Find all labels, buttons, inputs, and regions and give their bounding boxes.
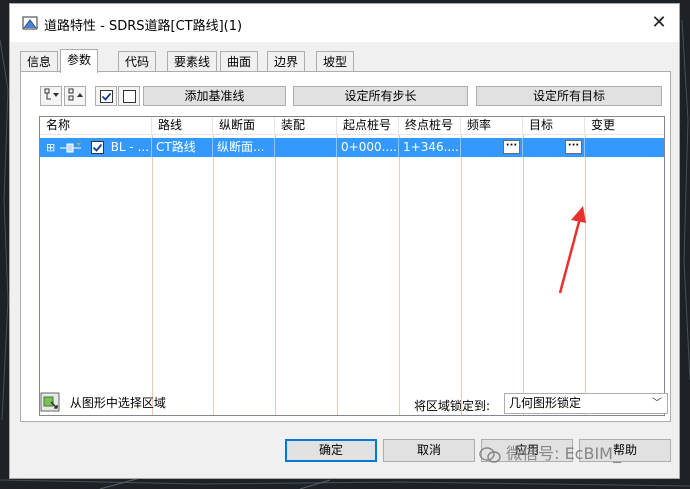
- wechat-icon: [479, 446, 501, 463]
- column-header-end-station[interactable]: 终点桩号: [399, 117, 461, 135]
- override-cell[interactable]: [585, 138, 664, 157]
- tab-slope-patterns[interactable]: 坡型: [316, 51, 355, 72]
- frequency-cell: ···: [461, 138, 523, 157]
- column-header-name[interactable]: 名称: [40, 117, 152, 135]
- annotation-arrow-icon: [558, 206, 586, 294]
- table-row[interactable]: ⊞ BL - ... CT路线 纵断面... 0+000.... 1+346..…: [40, 138, 664, 157]
- window-title: 道路特性 - SDRS道路[CT路线](1): [44, 19, 243, 34]
- column-header-start-station[interactable]: 起点桩号: [337, 117, 399, 135]
- name-cell[interactable]: ⊞ BL - ...: [40, 138, 152, 157]
- target-ellipsis-button[interactable]: ···: [565, 140, 582, 154]
- check-all-button[interactable]: [95, 86, 117, 106]
- baseline-name: BL - ...: [110, 140, 150, 154]
- close-button[interactable]: ✕: [645, 10, 673, 36]
- set-all-steps-button[interactable]: 设定所有步长: [293, 86, 468, 106]
- column-header-target[interactable]: 目标: [523, 117, 585, 135]
- title-bar: 道路特性 - SDRS道路[CT路线](1) ✕: [10, 4, 679, 42]
- expand-icon[interactable]: ⊞: [46, 141, 55, 154]
- target-cell: ···: [523, 138, 585, 157]
- road-properties-dialog: 道路特性 - SDRS道路[CT路线](1) ✕ 信息 参数 代码 要素线 曲面…: [9, 3, 680, 479]
- expand-tree-button[interactable]: [40, 86, 62, 106]
- watermark-text: 微信号: EcBIM_: [506, 444, 621, 463]
- grid-header: 名称 路线 纵断面 装配 起点桩号 终点桩号 频率 目标 变更: [40, 117, 664, 135]
- app-icon: [22, 16, 38, 30]
- select-region-label[interactable]: 从图形中选择区域: [70, 396, 166, 410]
- baseline-grid: 名称 路线 纵断面 装配 起点桩号 终点桩号 频率 目标 变更 ⊞ BL - .…: [39, 116, 665, 416]
- chevron-down-icon: ﹀: [652, 398, 662, 409]
- checked-box-icon: [99, 90, 113, 103]
- pick-region-icon: [40, 392, 60, 412]
- profile-cell[interactable]: 纵断面...: [213, 138, 275, 157]
- tab-codes[interactable]: 代码: [118, 51, 157, 72]
- tab-surfaces[interactable]: 曲面: [220, 51, 259, 72]
- parameters-panel: 添加基准线 设定所有步长 设定所有目标 名称 路线 纵断面 装配 起点桩号 终点…: [20, 71, 671, 422]
- ok-button[interactable]: 确定: [285, 439, 377, 462]
- column-header-frequency[interactable]: 频率: [461, 117, 523, 135]
- set-all-targets-button[interactable]: 设定所有目标: [476, 86, 662, 106]
- end-station-cell[interactable]: 1+346....: [399, 138, 461, 157]
- uncheck-all-button[interactable]: [118, 86, 140, 106]
- cancel-button[interactable]: 取消: [383, 439, 475, 462]
- collapse-tree-icon: [68, 88, 83, 101]
- tab-feature-lines[interactable]: 要素线: [167, 51, 218, 72]
- start-station-cell[interactable]: 0+000....: [337, 138, 399, 157]
- column-header-profile[interactable]: 纵断面: [213, 117, 275, 135]
- wechat-watermark: 微信号: EcBIM_: [479, 440, 621, 464]
- column-header-override[interactable]: 变更: [585, 117, 664, 135]
- column-header-assembly[interactable]: 装配: [275, 117, 337, 135]
- lock-region-value: 几何图形锁定: [509, 396, 582, 410]
- lock-region-select[interactable]: 几何图形锁定 ﹀: [504, 393, 668, 414]
- close-icon: ✕: [651, 12, 667, 33]
- tab-info[interactable]: 信息: [20, 51, 59, 72]
- expand-tree-icon: [44, 88, 59, 100]
- lock-region-label: 将区域锁定到:: [414, 399, 491, 413]
- assembly-cell[interactable]: [275, 138, 337, 157]
- add-baseline-button[interactable]: 添加基准线: [143, 86, 286, 106]
- frequency-ellipsis-button[interactable]: ···: [503, 140, 520, 154]
- row-checkbox[interactable]: [90, 141, 104, 154]
- unchecked-box-icon: [122, 90, 136, 103]
- baseline-icon: [60, 142, 82, 152]
- select-region-group[interactable]: 从图形中选择区域: [40, 392, 166, 412]
- column-header-alignment[interactable]: 路线: [152, 117, 213, 135]
- tab-boundaries[interactable]: 边界: [267, 51, 306, 72]
- alignment-cell[interactable]: CT路线: [152, 138, 213, 157]
- tab-parameters[interactable]: 参数: [60, 49, 99, 73]
- collapse-tree-button[interactable]: [64, 86, 86, 106]
